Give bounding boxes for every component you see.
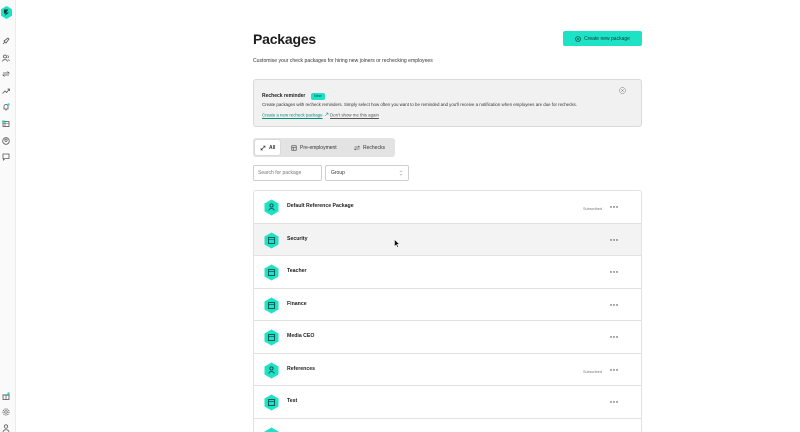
new-badge: New — [311, 93, 325, 100]
group-select[interactable]: Group — [325, 165, 409, 181]
more-options-icon[interactable] — [609, 398, 619, 406]
packages-icon[interactable] — [2, 120, 10, 128]
create-package-button[interactable]: Create new package — [563, 31, 642, 46]
account-icon[interactable] — [2, 137, 10, 145]
package-name: Teacher — [287, 268, 307, 274]
logo-icon[interactable] — [1, 6, 12, 19]
link-icon — [260, 145, 266, 150]
reminder-links: Create a new recheck package Don't show … — [262, 112, 379, 118]
external-link-icon — [324, 112, 329, 117]
package-icon — [264, 394, 279, 411]
mouse-cursor-icon — [394, 239, 400, 248]
package-row[interactable] — [254, 418, 641, 432]
more-options-icon[interactable] — [609, 268, 619, 276]
trend-icon[interactable] — [2, 87, 10, 95]
group-select-value: Group — [331, 170, 345, 176]
package-name: Test — [287, 398, 298, 404]
package-icon — [264, 329, 279, 346]
add-icon — [575, 35, 581, 42]
gift-icon[interactable] — [2, 392, 10, 400]
package-icon — [264, 297, 279, 313]
subscribed-badge: Subscribed — [583, 369, 602, 374]
user-icon[interactable] — [2, 424, 10, 432]
package-row[interactable]: Media CEO — [254, 321, 641, 354]
close-icon[interactable] — [619, 87, 626, 94]
create-recheck-package-link[interactable]: Create a new recheck package — [262, 113, 323, 118]
swap-icon[interactable] — [2, 70, 10, 78]
create-package-label: Create new package — [584, 35, 630, 42]
tab-rechecks[interactable]: Rechecks — [349, 140, 390, 155]
bell-icon[interactable] — [2, 103, 10, 111]
sidebar — [0, 0, 16, 432]
package-name: Media CEO — [287, 333, 315, 339]
tab-pre-employment-label: Pre-employment — [300, 144, 337, 151]
reference-icon — [264, 199, 279, 216]
tab-pre-employment[interactable]: Pre-employment — [286, 140, 342, 155]
tab-all[interactable]: All — [255, 140, 281, 155]
page-subtitle: Customise your check packages for hiring… — [253, 58, 433, 64]
package-row[interactable]: Teacher — [254, 256, 641, 289]
search-input[interactable] — [253, 165, 322, 181]
package-row[interactable]: Test — [254, 386, 641, 419]
more-options-icon[interactable] — [609, 333, 619, 341]
page-title: Packages — [253, 31, 317, 47]
settings-icon[interactable] — [2, 408, 10, 416]
package-list: Default Reference Package Subscribed Sec… — [253, 190, 642, 432]
more-options-icon[interactable] — [609, 203, 619, 211]
package-tabs: All Pre-employment Rechecks — [253, 138, 395, 157]
subscribed-badge: Subscribed — [583, 207, 602, 211]
more-options-icon[interactable] — [609, 366, 619, 374]
package-row[interactable]: Finance — [254, 288, 641, 321]
more-options-icon[interactable] — [609, 301, 619, 309]
package-icon — [264, 232, 279, 248]
more-options-icon[interactable] — [609, 236, 619, 244]
reminder-description: Create packages with recheck reminders. … — [262, 102, 577, 107]
package-icon — [264, 264, 279, 281]
tab-rechecks-label: Rechecks — [363, 144, 385, 151]
chat-icon[interactable] — [2, 153, 10, 161]
package-name: Security — [287, 235, 308, 242]
package-row[interactable]: Security — [254, 223, 641, 256]
package-row[interactable]: References Subscribed — [254, 353, 641, 386]
dont-show-again-link[interactable]: Don't show me this again — [330, 113, 379, 118]
package-name: Default Reference Package — [287, 203, 354, 209]
document-icon — [291, 145, 297, 151]
rocket-icon[interactable] — [2, 37, 10, 45]
package-name: Finance — [287, 300, 307, 307]
package-name: References — [287, 365, 315, 372]
people-icon[interactable] — [2, 54, 10, 62]
package-icon — [264, 427, 279, 432]
chevron-up-down-icon — [399, 170, 403, 176]
reminder-title: Recheck reminder — [262, 93, 306, 99]
app-root: Packages Create new package Customise yo… — [0, 0, 800, 432]
tab-all-label: All — [269, 144, 276, 151]
reference-icon — [264, 362, 279, 378]
swap-icon — [354, 145, 360, 150]
recheck-reminder-banner: Recheck reminder New Create packages wit… — [253, 79, 642, 127]
package-row[interactable]: Default Reference Package Subscribed — [254, 191, 641, 224]
